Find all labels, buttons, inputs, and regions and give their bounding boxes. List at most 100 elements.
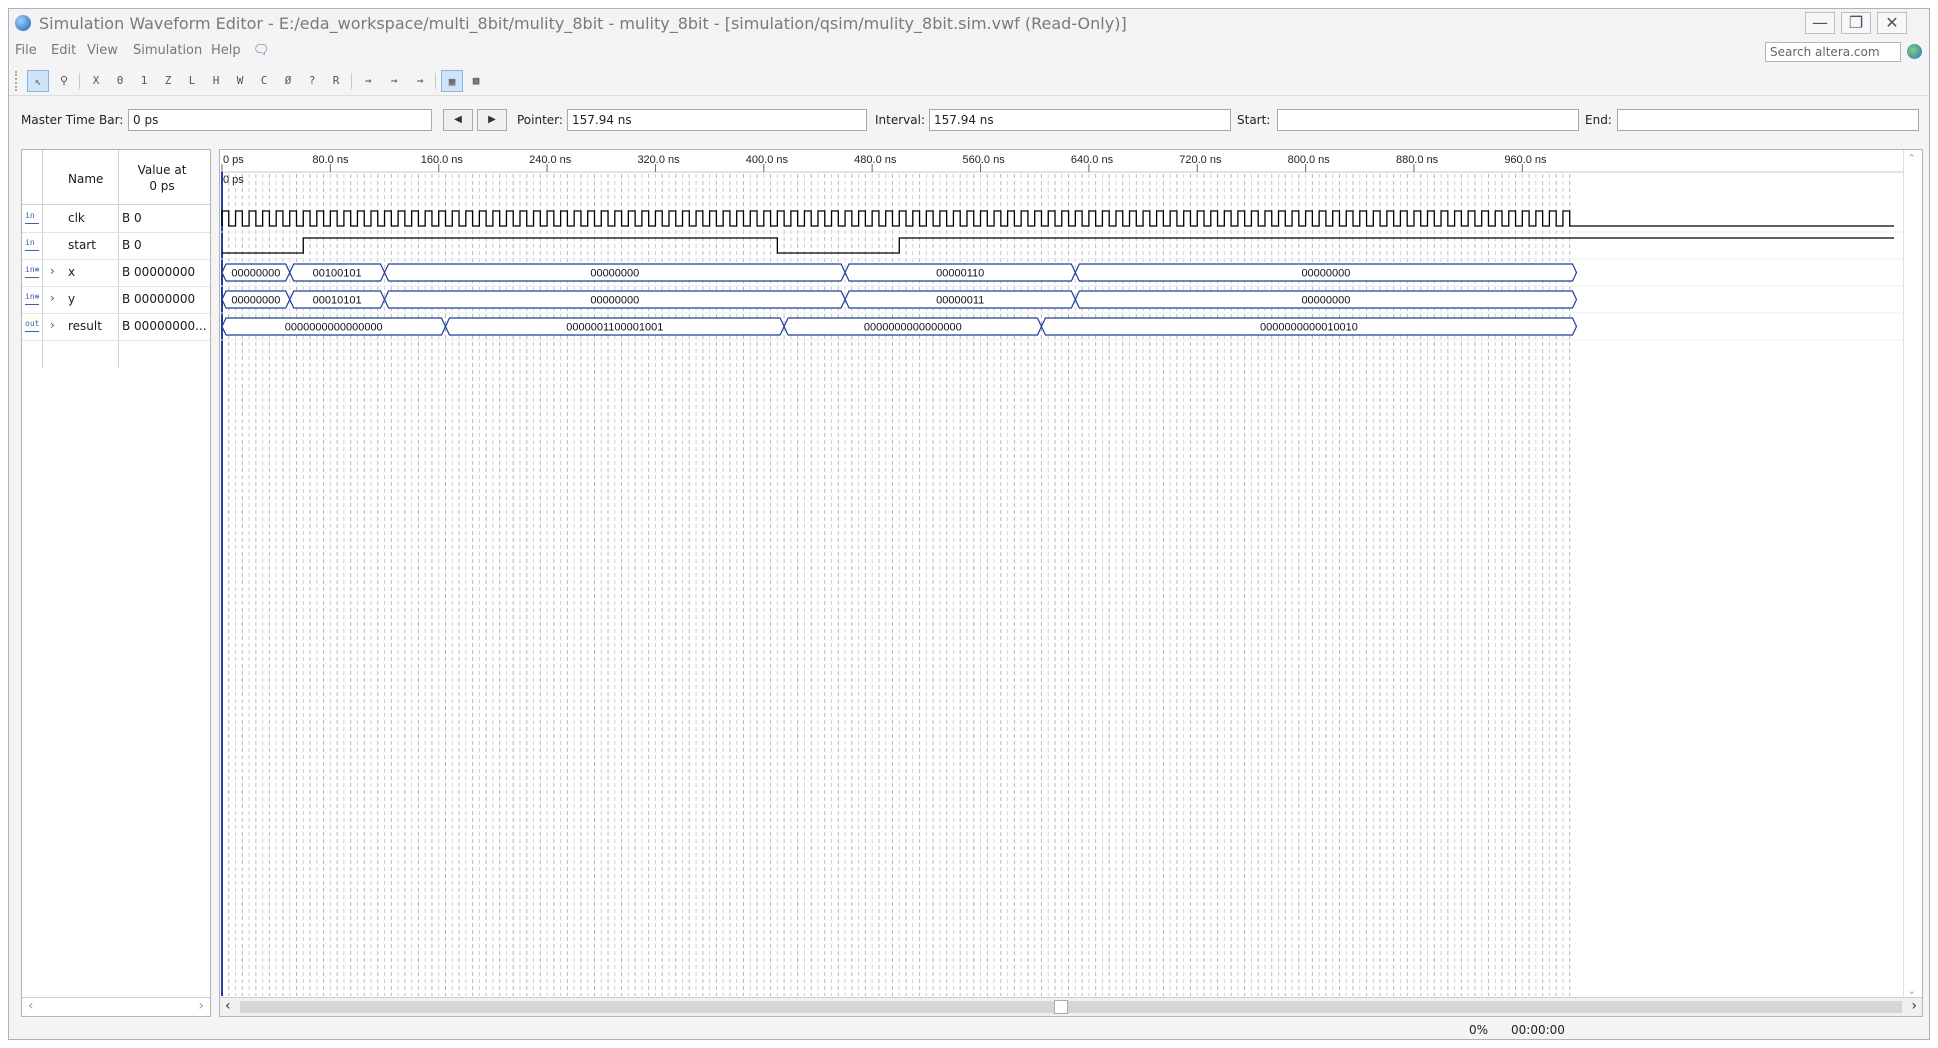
scroll-up-icon[interactable]: ⌃ <box>1907 152 1916 165</box>
window-title: Simulation Waveform Editor - E:/eda_work… <box>39 14 1127 33</box>
help-chat-icon[interactable]: 🗨 <box>253 43 270 58</box>
value-column-header[interactable]: Value at 0 ps <box>122 162 202 194</box>
menu-file[interactable]: File <box>15 43 37 58</box>
output-bus-icon: out <box>25 319 39 332</box>
timescale-label: 800.0 ns <box>1288 154 1331 166</box>
result-bus-value: 0000001100001001 <box>566 322 663 334</box>
grid-settings-icon[interactable]: ▩ <box>465 70 487 92</box>
menu-simulation[interactable]: Simulation <box>133 43 202 58</box>
input-pin-icon: in <box>25 211 39 224</box>
chevron-right-icon[interactable]: › <box>50 318 55 332</box>
x-bus-value: 00000000 <box>231 268 280 280</box>
start-field[interactable] <box>1277 109 1579 131</box>
invert-icon[interactable]: C <box>253 70 275 92</box>
end-field[interactable] <box>1617 109 1919 131</box>
signal-row-y[interactable]: in≡ › y B 00000000 <box>22 286 210 314</box>
x-bus-value: 00000110 <box>936 268 984 280</box>
x-bus-value: 00100101 <box>313 268 362 280</box>
timescale-label: 80.0 ns <box>312 154 349 166</box>
toolbar-separator <box>435 73 436 89</box>
snap-to-grid-icon[interactable]: ▦ <box>441 70 463 92</box>
scroll-left-icon[interactable]: ‹ <box>225 998 231 1014</box>
chevron-right-icon[interactable]: › <box>50 291 55 305</box>
signal-value: B 0 <box>122 211 142 225</box>
force-weak-high-icon[interactable]: H <box>205 70 227 92</box>
y-bus-value: 00000000 <box>590 295 639 307</box>
search-input[interactable]: Search altera.com <box>1765 42 1901 62</box>
timescale-label: 560.0 ns <box>963 154 1006 166</box>
force-unknown-icon[interactable]: X <box>85 70 107 92</box>
result-bus-value: 0000000000010010 <box>1260 322 1358 334</box>
toolbar: ↖ ⚲ X 0 1 Z L H W C Ø ? R ⇝ ⇝ ⇝ ▦ ▩ <box>9 67 1929 96</box>
scroll-track[interactable] <box>240 1001 1902 1013</box>
signal-row-x[interactable]: in≡ › x B 00000000 <box>22 259 210 287</box>
force-dont-care-icon[interactable]: W <box>229 70 251 92</box>
globe-icon[interactable] <box>1907 44 1922 59</box>
zoom-tool-icon[interactable]: ⚲ <box>53 70 75 92</box>
progress-percent: 0% <box>1469 1023 1489 1037</box>
minimize-button[interactable]: — <box>1805 12 1835 34</box>
scroll-right-icon[interactable]: › <box>1911 998 1917 1014</box>
pointer-label: Pointer: <box>517 113 563 127</box>
overwrite-clock-icon[interactable]: ? <box>301 70 323 92</box>
timescale-label: 160.0 ns <box>421 154 464 166</box>
toolbar-separator <box>351 73 352 89</box>
scroll-right-icon[interactable]: › <box>198 998 204 1014</box>
scroll-down-icon[interactable]: ⌄ <box>1907 984 1916 997</box>
force-weak-low-icon[interactable]: L <box>181 70 203 92</box>
interval-field[interactable]: 157.94 ns <box>929 109 1231 131</box>
timescale-label: 480.0 ns <box>854 154 897 166</box>
timescale-header <box>220 150 1904 172</box>
signal-value: B 0 <box>122 238 142 252</box>
close-button[interactable]: ✕ <box>1877 12 1907 34</box>
waveform-panel[interactable]: 0 ps 80.0 ns 160.0 ns 240.0 ns 320.0 ns 400.0… <box>219 149 1923 1017</box>
y-bus-value: 00000011 <box>936 295 984 307</box>
count-value-icon[interactable]: Ø <box>277 70 299 92</box>
signal-value: B 00000000 <box>122 292 196 306</box>
scroll-thumb[interactable] <box>1054 1000 1068 1014</box>
name-column-header[interactable]: Name <box>68 172 103 186</box>
force-high-icon[interactable]: 1 <box>133 70 155 92</box>
prev-transition-button[interactable]: ◀ <box>443 109 473 131</box>
scroll-left-icon[interactable]: ‹ <box>28 998 34 1014</box>
next-transition-button[interactable]: ▶ <box>477 109 507 131</box>
x-bus-value: 00000000 <box>1301 268 1350 280</box>
run-functional-icon[interactable]: ⇝ <box>357 70 379 92</box>
restore-button[interactable]: ❐ <box>1841 12 1871 34</box>
timescale-label: 880.0 ns <box>1396 154 1439 166</box>
status-bar: 0% 00:00:00 <box>9 1019 1929 1041</box>
waveform-hscrollbar[interactable]: ‹ › <box>220 997 1922 1016</box>
quartus-app-icon <box>15 15 31 31</box>
timescale-label: 400.0 ns <box>746 154 789 166</box>
menu-bar: File Edit View Simulation Help 🗨 <box>9 41 1929 63</box>
timescale-label: 240.0 ns <box>529 154 572 166</box>
signal-row-start[interactable]: in start B 0 <box>22 232 210 260</box>
menu-view[interactable]: View <box>87 43 118 58</box>
force-low-icon[interactable]: 0 <box>109 70 131 92</box>
pointer-field[interactable]: 157.94 ns <box>567 109 867 131</box>
selection-tool-icon[interactable]: ↖ <box>27 70 49 92</box>
signal-row-result[interactable]: out › result B 00000000... <box>22 313 210 341</box>
chevron-right-icon[interactable]: › <box>50 264 55 278</box>
force-high-impedance-icon[interactable]: Z <box>157 70 179 92</box>
master-time-bar-label: Master Time Bar: <box>21 113 124 127</box>
timescale-label: 640.0 ns <box>1071 154 1114 166</box>
run-timing-icon[interactable]: ⇝ <box>383 70 405 92</box>
signal-list-hscrollbar[interactable]: ‹ › <box>22 997 210 1016</box>
menu-edit[interactable]: Edit <box>51 43 76 58</box>
master-time-bar-field[interactable]: 0 ps <box>128 109 432 131</box>
input-pin-icon: in <box>25 238 39 251</box>
signal-row-clk[interactable]: in clk B 0 <box>22 205 210 233</box>
timescale-label: 0 ps <box>223 154 244 166</box>
y-bus-value: 00010101 <box>313 295 362 307</box>
waveform-canvas[interactable]: 0 ps 80.0 ns 160.0 ns 240.0 ns 320.0 ns 400.0… <box>220 150 1904 999</box>
result-bus-value: 0000000000000000 <box>285 322 383 334</box>
menu-help[interactable]: Help <box>211 43 241 58</box>
result-bus-value: 0000000000000000 <box>864 322 962 334</box>
generate-netlist-icon[interactable]: ⇝ <box>409 70 431 92</box>
signal-name: result <box>68 319 102 333</box>
end-label: End: <box>1585 113 1612 127</box>
random-values-icon[interactable]: R <box>325 70 347 92</box>
waveform-vscrollbar[interactable]: ⌃ ⌄ <box>1903 150 1922 999</box>
timescale-label: 960.0 ns <box>1504 154 1547 166</box>
